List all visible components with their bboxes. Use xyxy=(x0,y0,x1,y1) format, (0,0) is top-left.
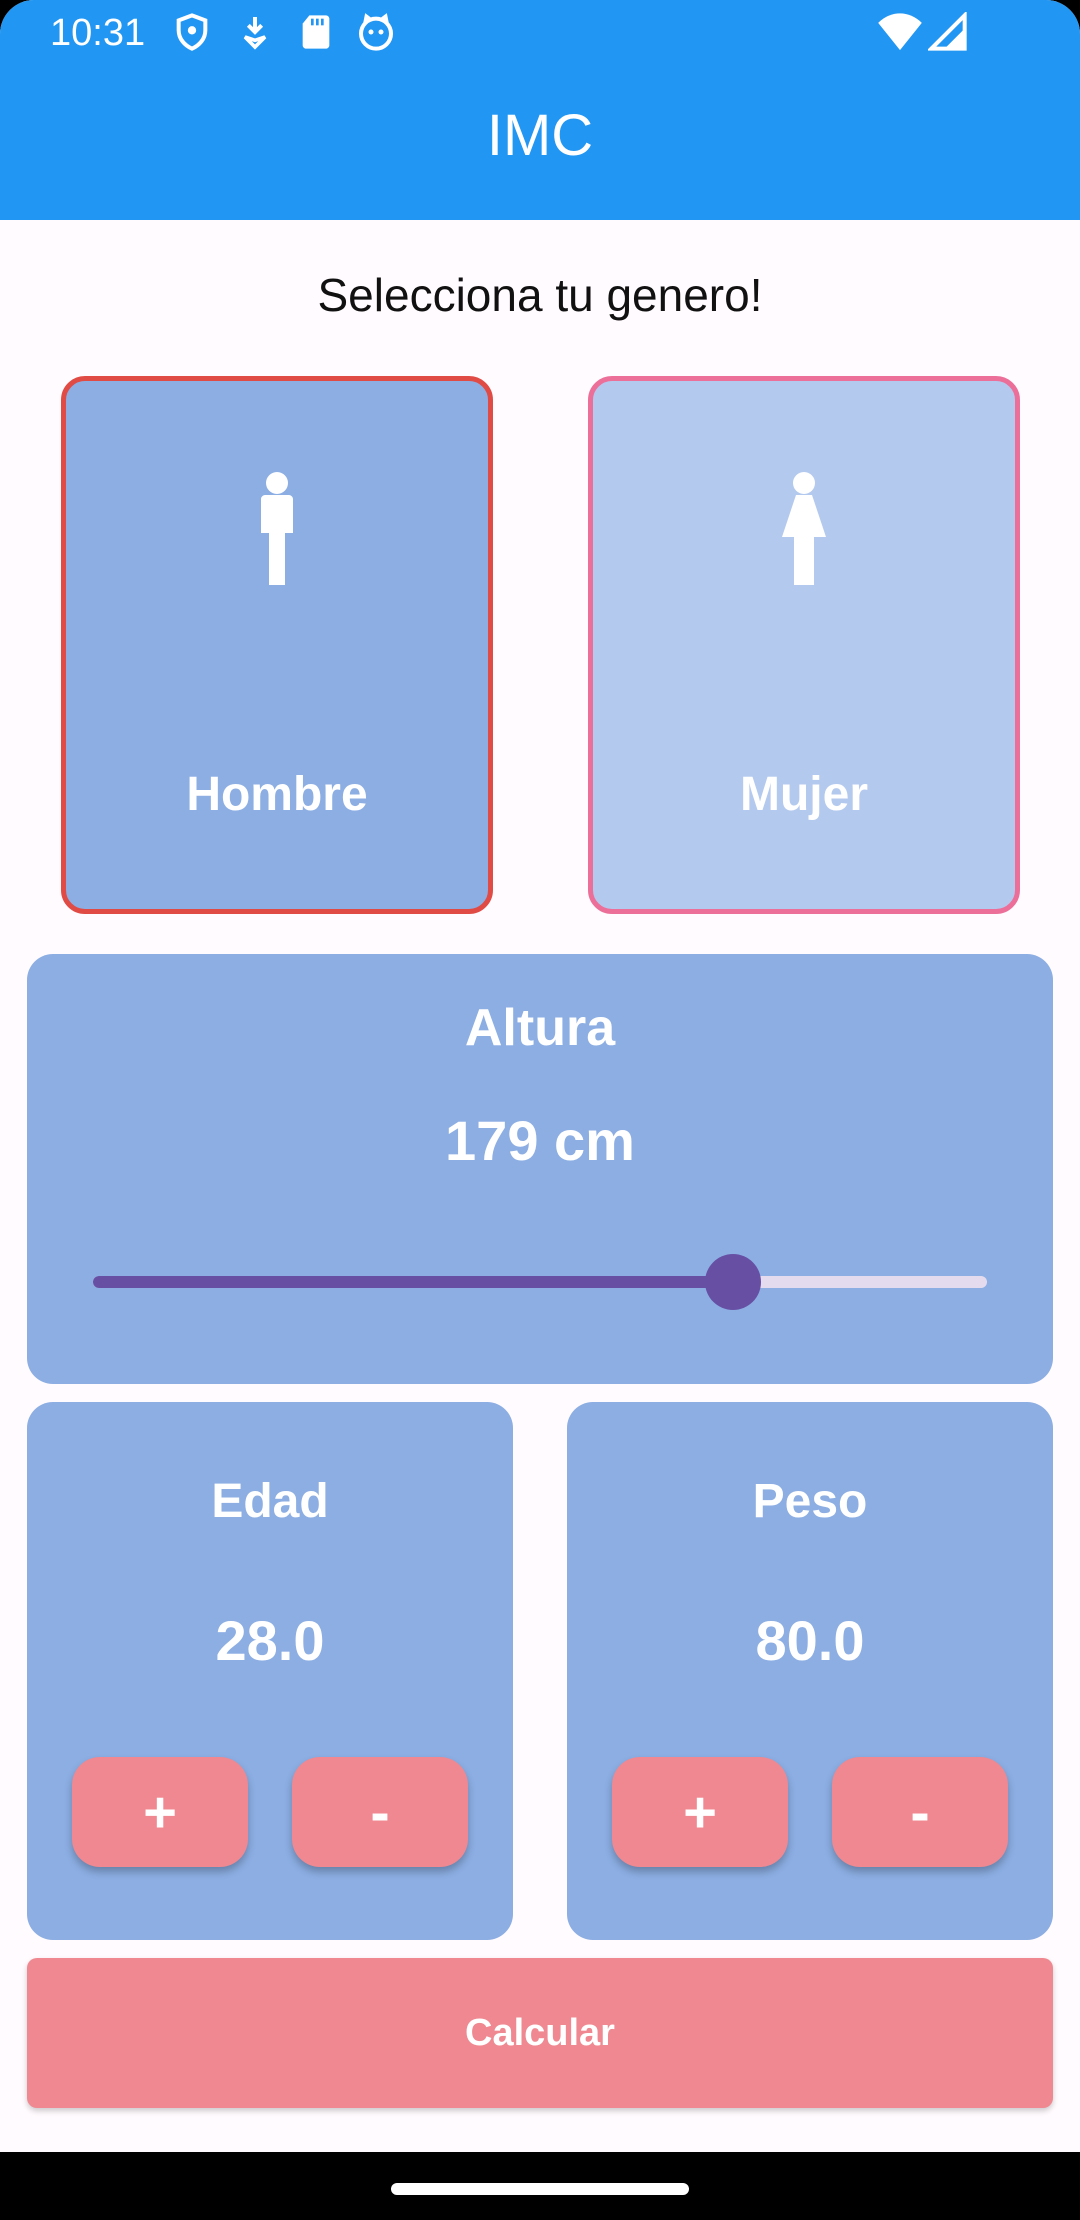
weight-increment-button[interactable]: + xyxy=(612,1757,788,1867)
height-slider[interactable] xyxy=(93,1254,987,1310)
gesture-nav-handle[interactable] xyxy=(391,2183,689,2195)
shield-icon xyxy=(176,13,208,51)
wifi-icon xyxy=(878,13,922,51)
status-bar: 10:31 xyxy=(0,0,1080,66)
male-label: Hombre xyxy=(186,768,368,821)
app-screen: 10:31 IMC Selecciona tu genero! Hombre M… xyxy=(0,0,1080,2152)
calculate-button[interactable]: Calcular xyxy=(27,1958,1053,2108)
height-value: 179 cm xyxy=(445,1109,635,1172)
slider-thumb[interactable] xyxy=(705,1254,762,1310)
weight-title: Peso xyxy=(752,1475,868,1528)
weight-panel: Peso 80.0 + - xyxy=(567,1402,1053,1940)
sd-card-icon xyxy=(302,15,330,49)
age-decrement-button[interactable]: - xyxy=(292,1757,468,1867)
age-title: Edad xyxy=(211,1475,329,1528)
status-time: 10:31 xyxy=(50,12,146,54)
weight-decrement-button[interactable]: - xyxy=(832,1757,1008,1867)
female-icon xyxy=(782,472,826,585)
female-label: Mujer xyxy=(739,768,868,821)
male-gender-card[interactable]: Hombre xyxy=(61,376,493,914)
age-increment-button[interactable]: + xyxy=(72,1757,248,1867)
app-bar: IMC xyxy=(0,66,1080,220)
height-title: Altura xyxy=(464,999,616,1057)
cat-face-icon xyxy=(359,13,393,51)
male-icon xyxy=(261,472,293,585)
slider-active-track xyxy=(93,1276,734,1288)
weight-value: 80.0 xyxy=(755,1609,865,1672)
gender-prompt: Selecciona tu genero! xyxy=(317,269,763,321)
app-title: IMC xyxy=(486,102,594,168)
female-gender-card[interactable]: Mujer xyxy=(588,376,1020,914)
signal-icon xyxy=(928,12,967,51)
age-panel: Edad 28.0 + - xyxy=(27,1402,513,1940)
download-icon xyxy=(243,17,267,50)
age-value: 28.0 xyxy=(215,1609,325,1672)
height-panel: Altura 179 cm xyxy=(27,954,1053,1384)
